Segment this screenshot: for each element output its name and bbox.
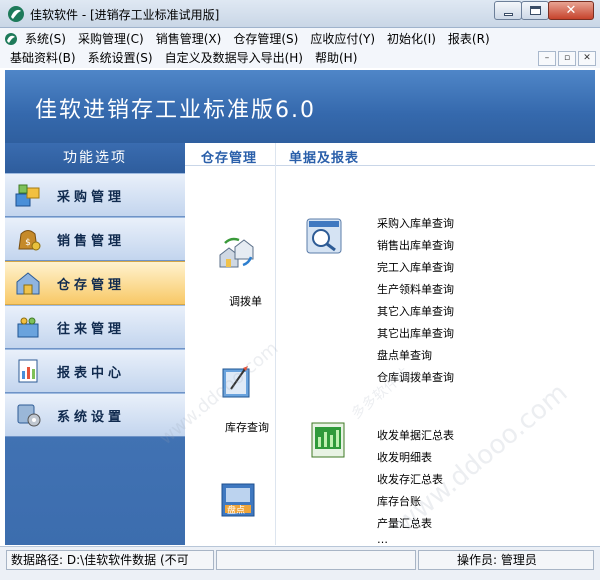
sidebar-item-settings[interactable]: 系统设置 (5, 393, 185, 437)
menu-bar: 系统(S) 采购管理(C) 销售管理(X) 仓存管理(S) 应收应付(Y) 初始… (0, 28, 600, 68)
sidebar-item-warehouse[interactable]: 仓存管理 (5, 261, 185, 305)
window-title-bar[interactable]: 佳软软件 - [进销存工业标准试用版] ✕ (0, 0, 600, 28)
section-title-documents-reports: 单据及报表 (289, 151, 360, 166)
sidebar-header: 功能选项 (5, 143, 185, 173)
mdi-minimize-button[interactable]: – (538, 51, 556, 66)
data-path-status: 数据路径: D:\佳软软件数据 (不可 (6, 550, 214, 570)
sidebar-label-reports: 报表中心 (57, 365, 126, 381)
sidebar-item-sales[interactable]: $ 销售管理 (5, 217, 185, 261)
window-title: 佳软软件 - [进销存工业标准试用版] (30, 8, 220, 22)
stock-count-query-link[interactable]: 盘点单查询 (377, 345, 454, 367)
warehouse-transfer-query-link[interactable]: 仓库调拨单查询 (377, 367, 454, 389)
sidebar-item-reports[interactable]: 报表中心 (5, 349, 185, 393)
column-divider (275, 143, 276, 545)
sidebar-label-settings: 系统设置 (57, 409, 126, 425)
purchase-receipt-query-link[interactable]: 采购入库单查询 (377, 213, 454, 235)
settings-icon (17, 404, 41, 427)
status-bar: 数据路径: D:\佳软软件数据 (不可 操作员: 管理员 (0, 546, 600, 580)
warehouse-icon (16, 272, 40, 295)
stock-query-label[interactable]: 库存查询 (225, 419, 269, 435)
transfer-order-label[interactable]: 调拨单 (229, 293, 262, 309)
sidebar-item-accounts[interactable]: 往来管理 (5, 305, 185, 349)
menu-basic-data[interactable]: 基础资料(B) (4, 49, 82, 67)
main-panel: 仓存管理 单据及报表 调拨单 库存查询 盘点 采购入库单查询 销售出库单查询 完… (156, 143, 595, 545)
app-logo-icon (8, 6, 24, 22)
close-button[interactable]: ✕ (548, 1, 594, 20)
menu-row-2: 基础资料(B) 系统设置(S) 自定义及数据导入导出(H) 帮助(H) (4, 49, 363, 67)
svg-text:$: $ (25, 238, 31, 248)
completion-receipt-query-link[interactable]: 完工入库单查询 (377, 257, 454, 279)
close-icon: ✕ (565, 3, 577, 18)
menu-custom-import-export[interactable]: 自定义及数据导入导出(H) (159, 49, 309, 67)
banner-title: 佳软进销存工业标准版6.0 (35, 98, 316, 123)
menu-help[interactable]: 帮助(H) (309, 49, 363, 67)
sidebar-label-sales: 销售管理 (57, 233, 126, 249)
inventory-summary-link[interactable]: 收发存汇总表 (377, 469, 454, 491)
menu-warehouse[interactable]: 仓存管理(S) (227, 30, 304, 48)
sidebar-label-accounts: 往来管理 (57, 321, 126, 337)
menu-sales[interactable]: 销售管理(X) (150, 30, 228, 48)
report-icon (18, 359, 38, 383)
document-query-list: 采购入库单查询 销售出库单查询 完工入库单查询 生产领料单查询 其它入库单查询 … (377, 213, 454, 389)
mdi-close-button[interactable]: ✕ (578, 51, 596, 66)
menu-reports[interactable]: 报表(R) (442, 30, 496, 48)
receipt-issue-detail-link[interactable]: 收发明细表 (377, 447, 454, 469)
other-delivery-query-link[interactable]: 其它出库单查询 (377, 323, 454, 345)
operator-status: 操作员: 管理员 (418, 550, 594, 570)
maximize-icon (530, 6, 541, 15)
menu-initialize[interactable]: 初始化(I) (381, 30, 442, 48)
sidebar-item-purchase[interactable]: 采购管理 (5, 173, 185, 217)
stock-ledger-link[interactable]: 库存台账 (377, 491, 454, 513)
menu-purchase[interactable]: 采购管理(C) (72, 30, 150, 48)
menu-system-settings[interactable]: 系统设置(S) (82, 49, 159, 67)
material-requisition-query-link[interactable]: 生产领料单查询 (377, 279, 454, 301)
sidebar-label-warehouse: 仓存管理 (57, 277, 126, 293)
minimize-button[interactable] (494, 1, 522, 20)
sales-delivery-query-link[interactable]: 销售出库单查询 (377, 235, 454, 257)
sidebar-label-purchase: 采购管理 (57, 189, 126, 205)
function-sidebar: 功能选项 采购管理 $ 销售管理 仓存管理 往来管理 报表中心 系统设置 (5, 143, 185, 545)
stock-query-icon[interactable] (217, 363, 255, 401)
maximize-button[interactable] (521, 1, 549, 20)
menu-receivable-payable[interactable]: 应收应付(Y) (304, 30, 381, 48)
summary-report-list: 收发单据汇总表 收发明细表 收发存汇总表 库存台账 产量汇总表 … (377, 425, 454, 549)
menu-system[interactable]: 系统(S) (19, 30, 72, 48)
minimize-icon (504, 13, 513, 16)
app-menu-icon[interactable] (4, 32, 18, 46)
status-blank (216, 550, 416, 570)
summary-report-icon[interactable] (309, 421, 347, 459)
stock-count-label[interactable]: 盘点 (227, 503, 245, 516)
section-title-warehouse: 仓存管理 (201, 151, 258, 166)
sales-icon: $ (18, 230, 41, 251)
menu-row-1: 系统(S) 采购管理(C) 销售管理(X) 仓存管理(S) 应收应付(Y) 初始… (4, 30, 496, 48)
product-banner: 佳软进销存工业标准版6.0 (5, 70, 595, 143)
document-query-icon[interactable] (305, 217, 343, 255)
accounts-icon (17, 317, 39, 338)
purchase-icon (15, 184, 40, 207)
transfer-order-icon[interactable] (217, 235, 255, 273)
title-divider (185, 165, 595, 166)
output-summary-link[interactable]: 产量汇总表 (377, 513, 454, 535)
mdi-restore-button[interactable]: ▫ (558, 51, 576, 66)
receipt-issue-summary-link[interactable]: 收发单据汇总表 (377, 425, 454, 447)
other-receipt-query-link[interactable]: 其它入库单查询 (377, 301, 454, 323)
